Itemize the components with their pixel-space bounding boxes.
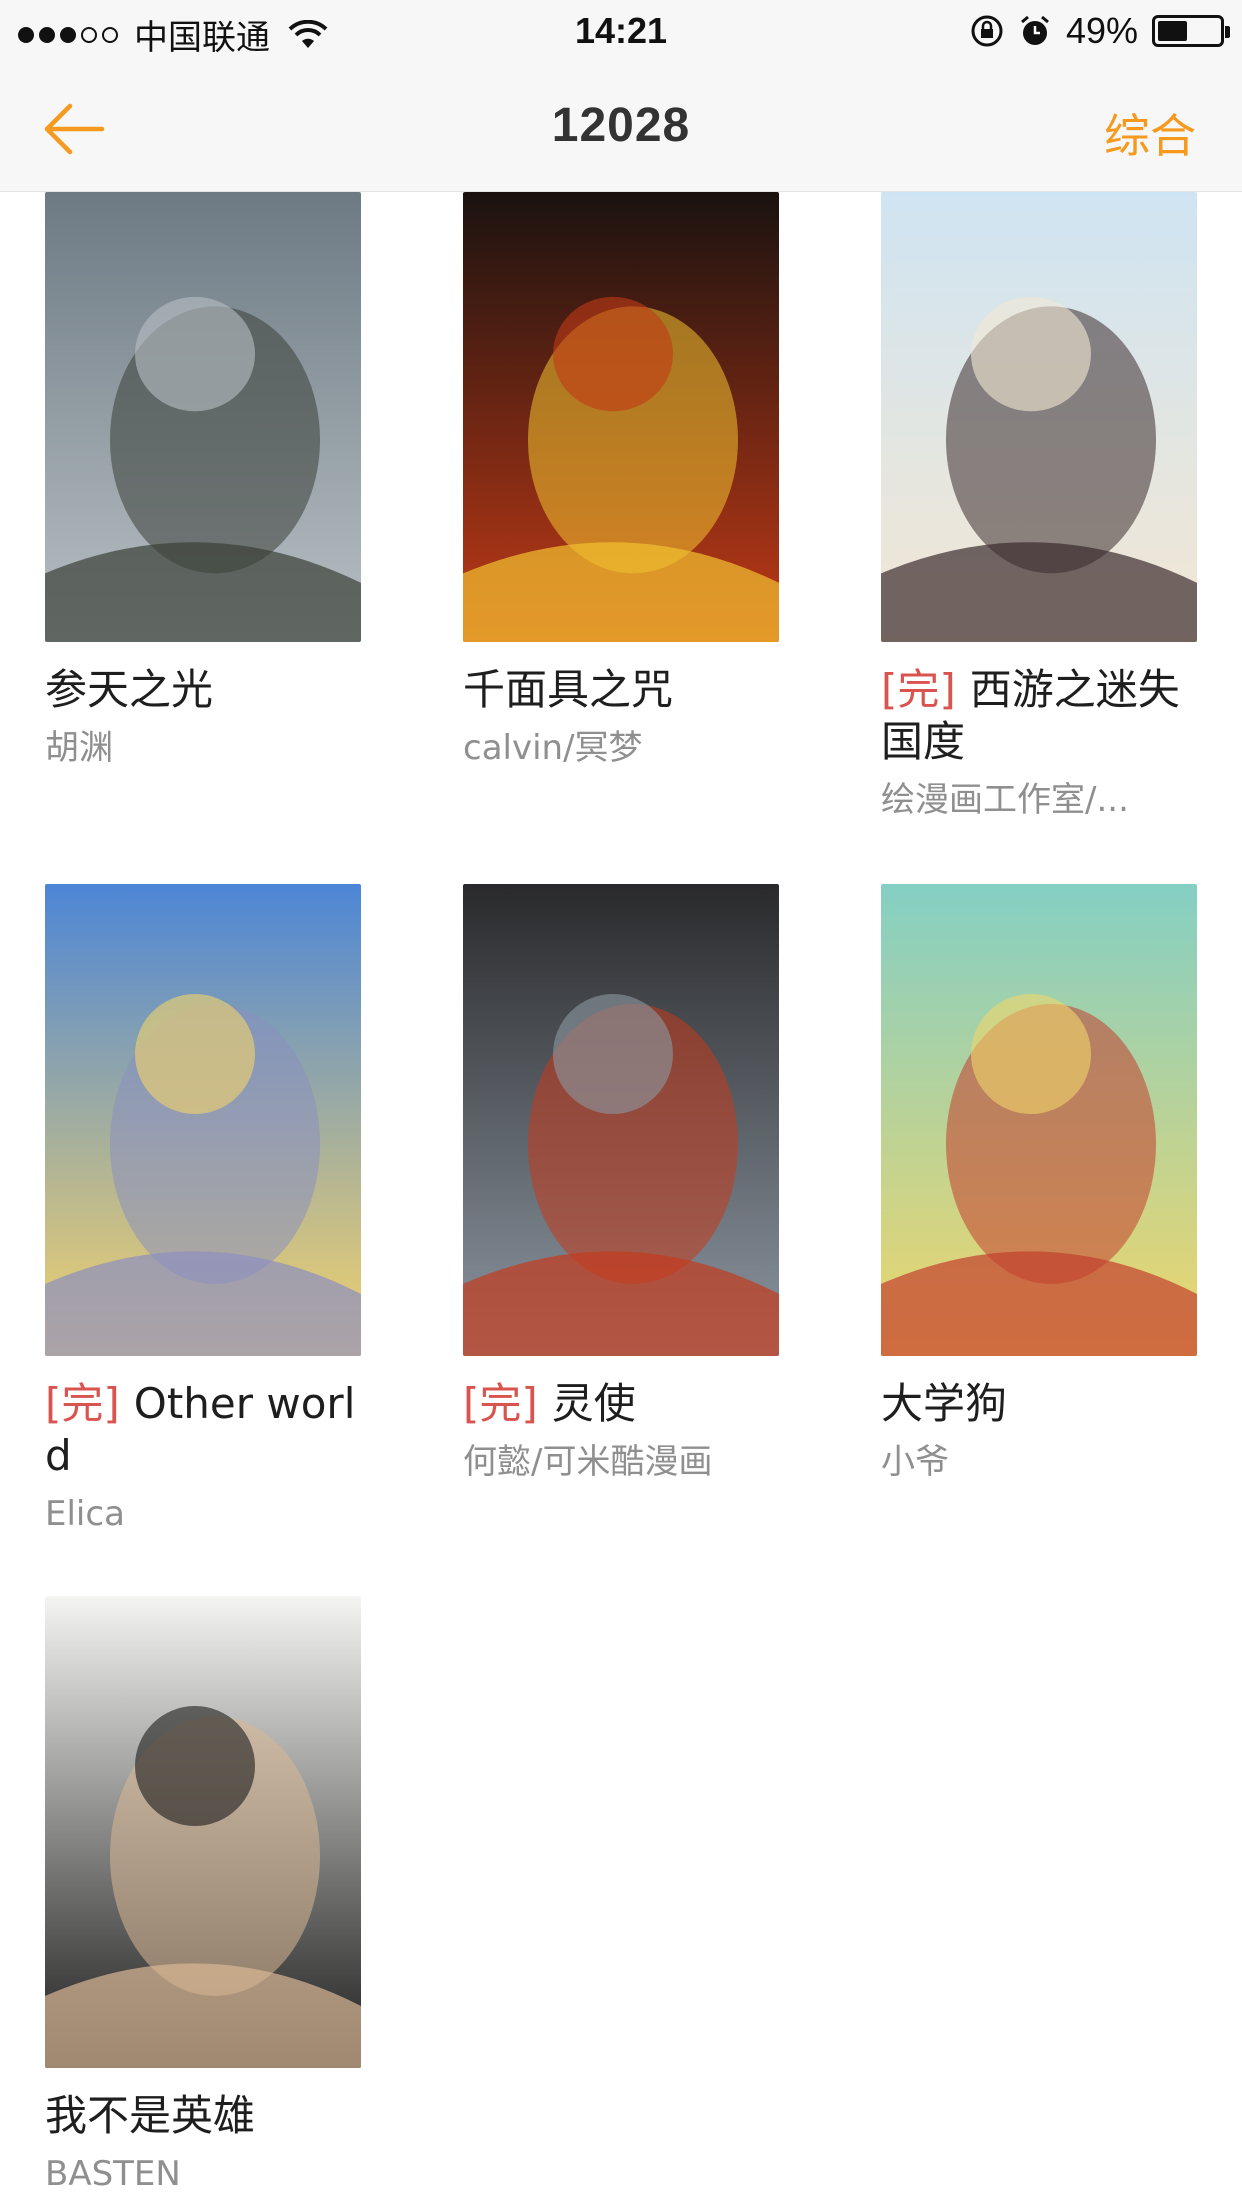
comic-card[interactable]: [完] 灵使何懿/可米酷漫画: [463, 884, 779, 1484]
status-bar: 中国联通 14:21 49%: [0, 0, 1242, 64]
comic-card[interactable]: 参天之光 胡渊: [45, 192, 361, 770]
comic-title[interactable]: 大学狗: [881, 1378, 1197, 1430]
comic-card[interactable]: 千面具之咒 calvin/冥梦: [463, 192, 779, 770]
status-right: 49%: [970, 10, 1230, 52]
alarm-icon: [1020, 15, 1049, 45]
comic-title[interactable]: 我不是英雄: [45, 2090, 361, 2142]
comic-cover-image[interactable]: [881, 884, 1197, 1356]
comic-cover-image[interactable]: [881, 192, 1197, 642]
comic-title[interactable]: [完] 西游之迷失国度: [881, 664, 1197, 768]
comic-title-text: 我不是英雄: [45, 2091, 256, 2140]
comic-author: calvin/冥梦: [463, 728, 643, 768]
comic-title[interactable]: 参天之光: [45, 664, 361, 716]
rotation-lock-icon: [971, 15, 1003, 47]
page-title: 12028: [551, 99, 691, 152]
completed-tag: [完]: [463, 1379, 538, 1428]
comic-title[interactable]: [完] Other world: [45, 1378, 361, 1482]
comic-author: BASTEN: [45, 2154, 181, 2194]
comic-author: 何懿/可米酷漫画: [463, 1442, 713, 1482]
comic-title-text: 参天之光: [45, 665, 214, 714]
comic-cover-image[interactable]: [45, 192, 361, 642]
comic-title-text: 千面具之咒: [463, 665, 674, 714]
comic-card[interactable]: [完] Other world Elica: [45, 884, 361, 1536]
comic-card[interactable]: 大学狗 小爷: [881, 884, 1197, 1484]
comic-cover-image[interactable]: [45, 884, 361, 1356]
comic-cover-image[interactable]: [463, 192, 779, 642]
comic-cover-image[interactable]: [45, 1596, 361, 2068]
comic-title[interactable]: 千面具之咒: [463, 664, 779, 716]
comic-cover-image[interactable]: [463, 884, 779, 1356]
comic-title-text: 大学狗: [881, 1379, 1008, 1428]
comic-title-text: 灵使: [551, 1379, 636, 1428]
comic-card[interactable]: [完] 西游之迷失国度绘漫画工作室/...: [881, 192, 1197, 822]
battery-percent: 49%: [1065, 10, 1138, 51]
comic-card[interactable]: 我不是英雄 BASTEN: [45, 1596, 361, 2196]
comic-author: 绘漫画工作室/...: [881, 780, 1129, 820]
navigation-bar: 12028 综合: [0, 64, 1242, 192]
comic-author: 胡渊: [45, 728, 113, 768]
battery-icon: [1152, 15, 1230, 47]
completed-tag: [完]: [45, 1379, 120, 1428]
completed-tag: [完]: [881, 665, 956, 714]
battery-fill: [1158, 21, 1188, 41]
comic-title[interactable]: [完] 灵使: [463, 1378, 779, 1430]
sort-button[interactable]: 综合: [1104, 100, 1196, 166]
comic-author: 小爷: [881, 1442, 949, 1482]
comic-author: Elica: [45, 1494, 125, 1534]
